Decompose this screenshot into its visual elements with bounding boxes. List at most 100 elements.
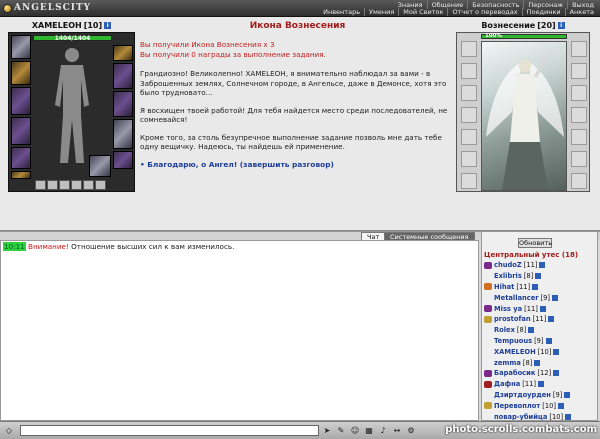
player-list-item[interactable]: prostofan [11]: [484, 314, 597, 325]
target-slot-14: [571, 173, 587, 189]
refresh-button[interactable]: Обновить: [518, 238, 552, 248]
submenu-profile[interactable]: Анкета: [564, 8, 598, 16]
player-list-item[interactable]: zemma [8]: [484, 357, 597, 368]
chat-warning-label: Внимание!: [28, 242, 69, 251]
player-list-name[interactable]: Miss ya: [494, 305, 522, 313]
player-info-icon[interactable]: [539, 305, 546, 312]
amulet-slot[interactable]: [11, 61, 31, 85]
player-list-level: [11]: [516, 282, 531, 291]
player-info-icon[interactable]: [552, 294, 559, 301]
player-list-name[interactable]: Перевоплот: [494, 402, 540, 410]
player-list-item[interactable]: Miss ya [11]: [484, 303, 597, 314]
player-info-icon[interactable]: i: [104, 21, 112, 29]
player-info-icon[interactable]: [535, 273, 542, 280]
chat-log[interactable]: 10:11 Внимание! Отношение высших сил к в…: [0, 240, 479, 421]
player-list-level: [8]: [516, 326, 527, 335]
player-list-name[interactable]: Hihat: [494, 283, 514, 291]
boots-slot[interactable]: [113, 151, 133, 169]
submenu-skills[interactable]: Умения: [364, 8, 398, 16]
player-info-icon[interactable]: [534, 359, 541, 366]
submenu-duels[interactable]: Поединки: [521, 8, 565, 16]
spell-slot-2[interactable]: [47, 180, 58, 190]
armor-slot[interactable]: [11, 117, 31, 145]
reward-line-1: Вы получили Икона Вознесения x 3: [140, 40, 275, 49]
player-list-item[interactable]: Exlibris [8]: [484, 271, 597, 282]
clear-icon[interactable]: ✎: [336, 425, 346, 436]
player-info-icon[interactable]: [558, 402, 565, 409]
player-list-item[interactable]: Hihat [11]: [484, 282, 597, 293]
player-list-item[interactable]: Дафна [11]: [484, 379, 597, 390]
player-list-name[interactable]: Tempuous: [494, 337, 532, 345]
player-list-name[interactable]: zemma: [494, 359, 521, 367]
player-info-icon[interactable]: [537, 381, 544, 388]
player-list-item[interactable]: Metallancer [9]: [484, 292, 597, 303]
player-list-item[interactable]: Барабосик [12]: [484, 368, 597, 379]
player-info-icon[interactable]: [532, 283, 539, 290]
player-list-item[interactable]: повар-убийца [10]: [484, 411, 597, 420]
player-list-name[interactable]: Exlibris: [494, 272, 522, 280]
player-list-name[interactable]: XAMELEOH: [494, 348, 536, 356]
player-list-item[interactable]: Дзиртдоурден [9]: [484, 390, 597, 401]
smile-icon[interactable]: ☺: [350, 425, 360, 436]
player-info-icon[interactable]: [539, 262, 546, 269]
player-list-item[interactable]: Tempuous [9]: [484, 336, 597, 347]
helmet-slot[interactable]: [11, 35, 31, 59]
ring-row-slot[interactable]: [11, 171, 31, 179]
weapon-slot[interactable]: [11, 87, 31, 115]
player-hp-bar: 1404/1404: [33, 35, 112, 42]
player-list-name[interactable]: Rolex: [494, 326, 515, 334]
player-name[interactable]: XAMELEOH: [32, 21, 82, 30]
player-info-icon[interactable]: [545, 337, 552, 344]
player-info-icon[interactable]: [565, 413, 572, 420]
send-icon[interactable]: ➤: [322, 425, 332, 436]
belt-slot[interactable]: [11, 147, 31, 169]
player-list-item[interactable]: XAMELEOH [10]: [484, 346, 597, 357]
chat-input[interactable]: [20, 425, 319, 436]
legs-slot[interactable]: [113, 119, 133, 149]
filter-icon[interactable]: ▦: [364, 425, 374, 436]
sound-icon[interactable]: ♪: [378, 425, 388, 436]
target-slot-3: [461, 85, 477, 101]
gloves-slot[interactable]: [113, 63, 133, 89]
target-name[interactable]: Вознесение: [481, 21, 535, 30]
online-list: Обновить Центральный утес (18) chudoZ [11…: [481, 231, 598, 421]
player-info-icon[interactable]: [548, 316, 555, 323]
clan-emblem-icon: [484, 305, 492, 313]
submenu-inventory[interactable]: Инвентарь: [319, 8, 364, 16]
spell-slot-4[interactable]: [71, 180, 82, 190]
target-level: [20]: [537, 20, 556, 30]
player-list-item[interactable]: Перевоплот [10]: [484, 400, 597, 411]
spell-slot-6[interactable]: [95, 180, 106, 190]
player-list-name[interactable]: prostofan: [494, 315, 531, 323]
player-list-name[interactable]: Барабосик: [494, 369, 535, 377]
shield-slot[interactable]: [113, 91, 133, 117]
settings-icon[interactable]: ⚙: [406, 425, 416, 436]
player-list-item[interactable]: chudoZ [11]: [484, 260, 597, 271]
finish-dialog-link[interactable]: • Благодарю, о Ангел! (завершить разгово…: [140, 160, 455, 169]
submenu-transfer-report[interactable]: Отчет о переводах: [447, 8, 521, 16]
player-list-name[interactable]: Metallancer: [494, 294, 539, 302]
spell-slot-3[interactable]: [59, 180, 70, 190]
target-slot-8: [571, 41, 587, 57]
player-list-item[interactable]: Rolex [8]: [484, 325, 597, 336]
chat-mode-icon[interactable]: ◇: [4, 425, 14, 436]
submenu-my-scroll[interactable]: Мой Свиток: [398, 8, 447, 16]
player-info-icon[interactable]: [553, 348, 560, 355]
translit-icon[interactable]: ↔: [392, 425, 402, 436]
player-list-name[interactable]: Дафна: [494, 380, 520, 388]
player-info-icon[interactable]: [553, 370, 560, 377]
chat-timestamp[interactable]: 10:11: [3, 242, 26, 251]
player-list-level: [9]: [534, 336, 544, 345]
player-info-icon[interactable]: [564, 391, 571, 398]
player-list-name[interactable]: Дзиртдоурден: [494, 391, 551, 399]
player-list-name[interactable]: повар-убийца: [494, 413, 547, 420]
target-info-icon[interactable]: i: [557, 21, 565, 29]
spell-slot-1[interactable]: [35, 180, 46, 190]
earrings-slot[interactable]: [113, 45, 133, 61]
dialog-paragraph-3: Кроме того, за столь безупречное выполне…: [140, 132, 442, 152]
target-slot-11: [571, 107, 587, 123]
spell-slot-5[interactable]: [83, 180, 94, 190]
player-list-name[interactable]: chudoZ: [494, 261, 522, 269]
pet-slot[interactable]: [89, 155, 111, 177]
player-info-icon[interactable]: [528, 327, 535, 334]
